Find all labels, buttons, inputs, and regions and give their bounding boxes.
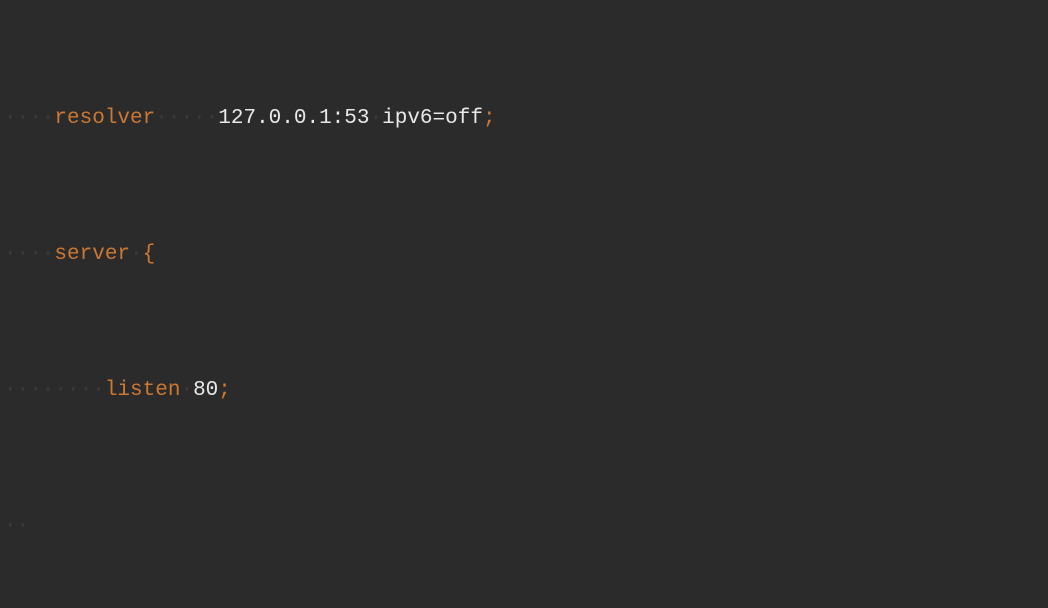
code-line: ····server·{: [4, 238, 1044, 272]
indent-whitespace: ····: [4, 107, 54, 130]
token-punctuation: ;: [218, 379, 231, 402]
token-number: 80: [193, 379, 218, 402]
token-literal: 127.0.0.1:53: [218, 107, 369, 130]
inline-whitespace: ·····: [155, 107, 218, 130]
code-line: ··: [4, 510, 1044, 544]
token-keyword: server: [54, 243, 130, 266]
code-editor[interactable]: ····resolver·····127.0.0.1:53·ipv6=off; …: [0, 0, 1048, 608]
token-keyword: listen: [105, 379, 181, 402]
indent-whitespace: ········: [4, 379, 105, 402]
code-line: ········listen·80;: [4, 374, 1044, 408]
token-keyword: resolver: [54, 107, 155, 130]
inline-whitespace: ·: [180, 379, 193, 402]
token-punctuation: ;: [483, 107, 496, 130]
indent-whitespace: ····: [4, 243, 54, 266]
inline-whitespace: ·: [130, 243, 143, 266]
token-literal: ipv6=off: [382, 107, 483, 130]
token-brace: {: [143, 243, 156, 266]
indent-whitespace: ··: [4, 515, 29, 538]
code-line: ····resolver·····127.0.0.1:53·ipv6=off;: [4, 102, 1044, 136]
inline-whitespace: ·: [370, 107, 383, 130]
